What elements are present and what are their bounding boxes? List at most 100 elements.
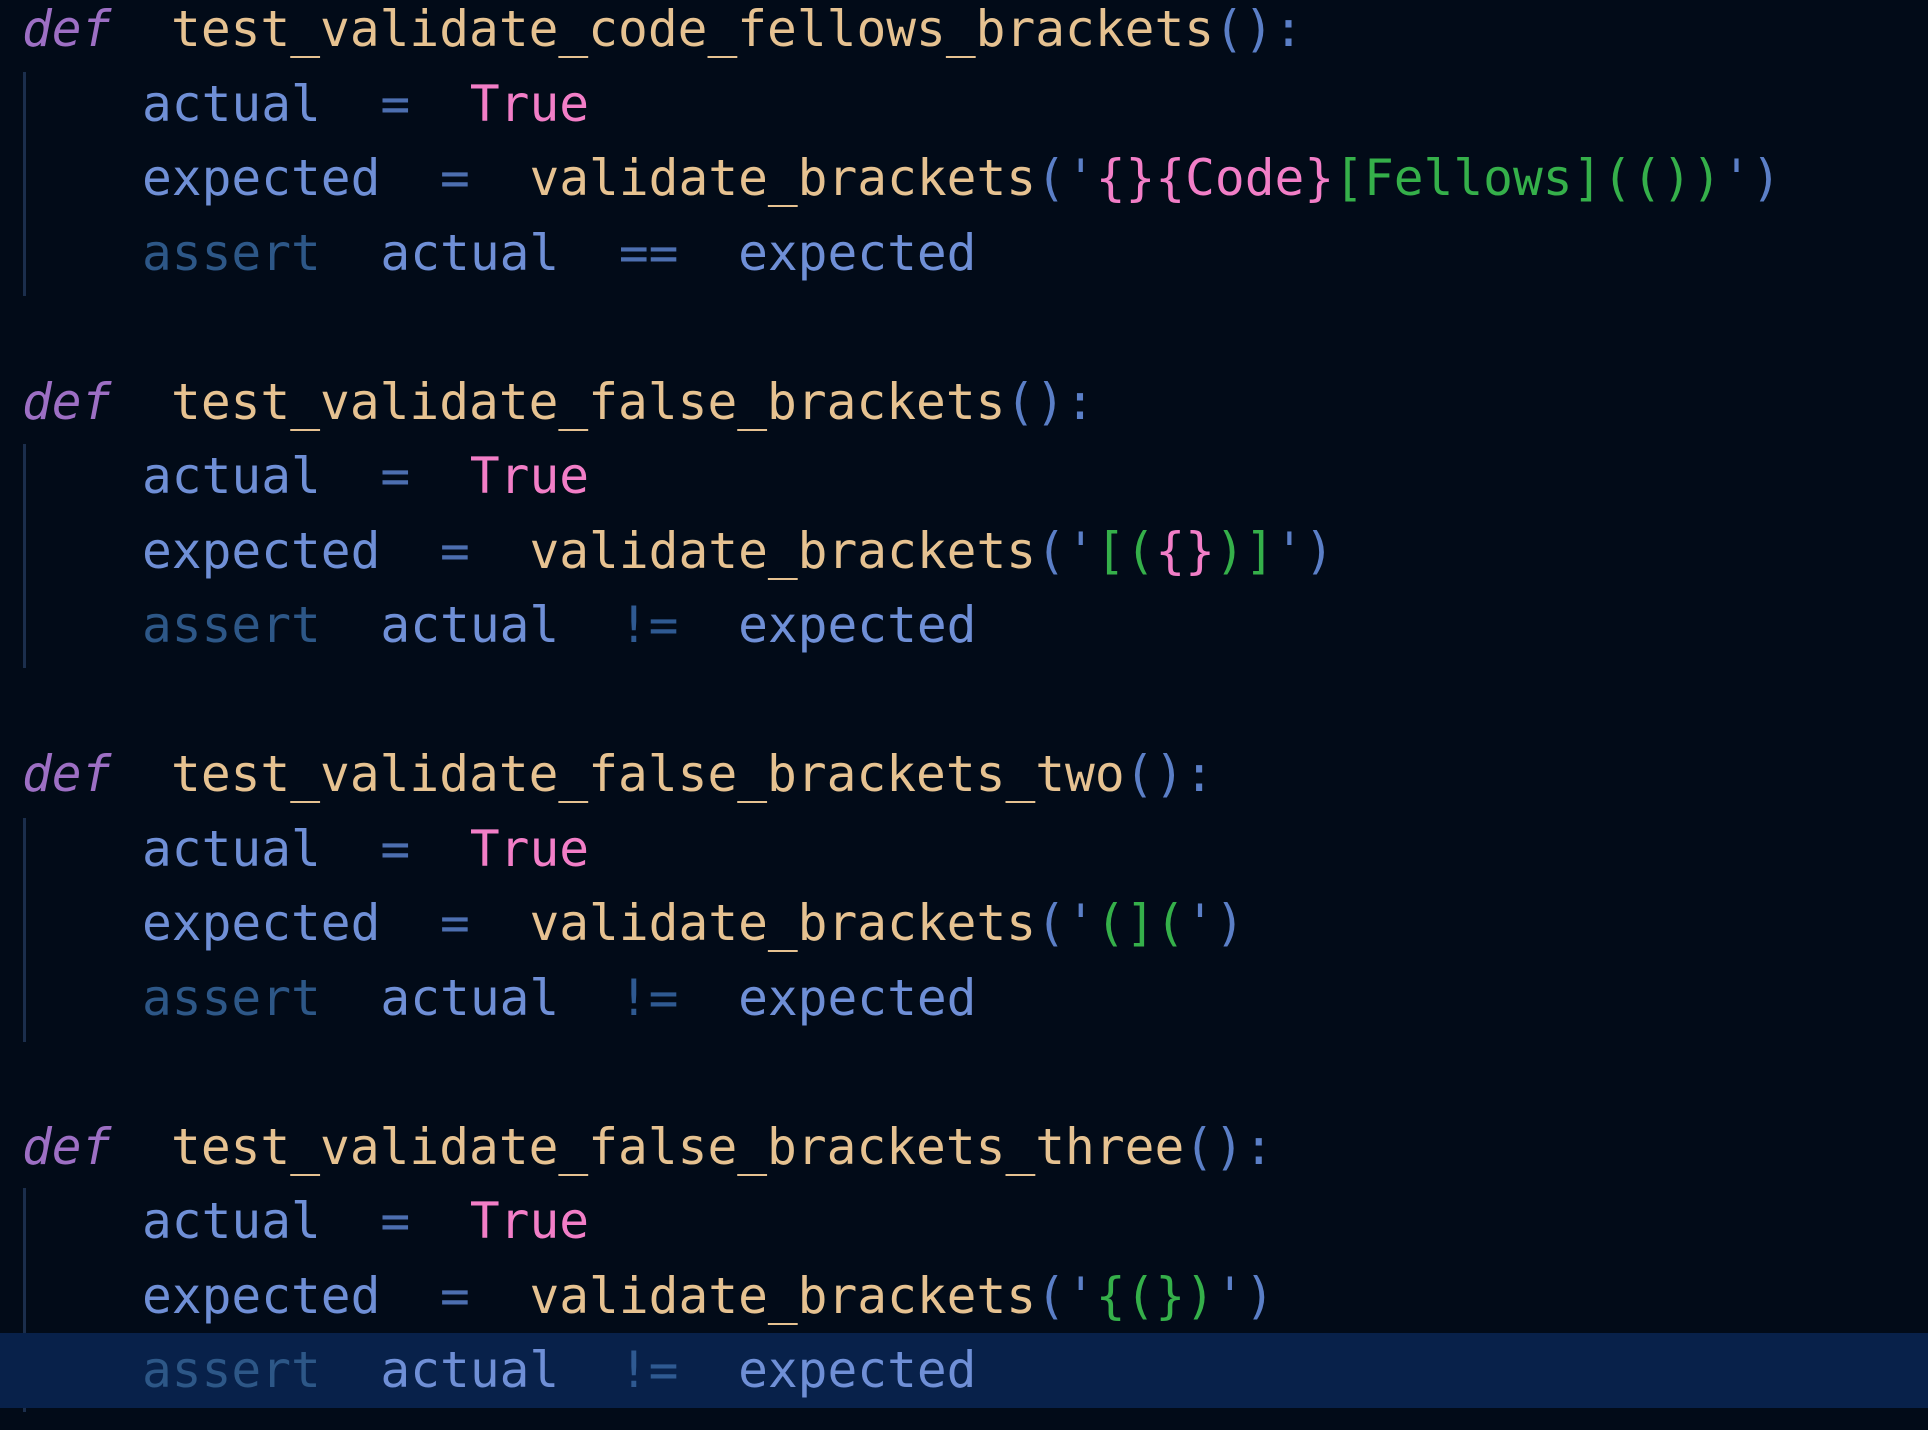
code-token: expected xyxy=(142,1266,381,1325)
code-token: assert xyxy=(142,1341,321,1399)
code-token: expected xyxy=(142,894,381,952)
code-token: test_validate_code_fellows_brackets xyxy=(171,0,1215,58)
code-token: ' xyxy=(1065,894,1096,952)
code-token: ) xyxy=(1214,894,1245,952)
code-line[interactable]: assert actual == expected xyxy=(0,216,1928,291)
code-token: actual xyxy=(142,447,321,505)
code-token: [( xyxy=(1095,521,1156,580)
code-token: != xyxy=(618,1341,679,1399)
code-token: (): xyxy=(1184,1117,1274,1176)
code-token: = xyxy=(380,447,411,505)
code-line-current[interactable]: assert actual != expected xyxy=(0,1333,1928,1408)
code-token: expected xyxy=(738,968,977,1027)
code-token: True xyxy=(469,1192,590,1250)
code-line[interactable]: expected = validate_brackets('{(})') xyxy=(0,1259,1928,1334)
code-token: ) xyxy=(1244,1266,1275,1325)
code-token: True xyxy=(469,74,590,133)
code-token: True xyxy=(469,447,590,505)
code-token: (]( xyxy=(1095,894,1186,952)
code-token: = xyxy=(440,1266,470,1325)
code-token: ( xyxy=(1036,149,1066,207)
code-token: ' xyxy=(1185,894,1215,952)
code-token: = xyxy=(380,1192,411,1250)
code-token: validate_brackets xyxy=(529,894,1037,952)
code-token: {}{Code} xyxy=(1095,149,1335,207)
code-line[interactable] xyxy=(0,290,1928,365)
code-token: {} xyxy=(1155,521,1215,580)
code-line[interactable]: actual = True xyxy=(0,67,1928,142)
code-line[interactable]: expected = validate_brackets('{}{Code}[F… xyxy=(0,141,1928,216)
code-line[interactable]: def test_validate_false_brackets_two(): xyxy=(0,737,1928,812)
code-line[interactable]: def test_validate_code_fellows_brackets(… xyxy=(0,0,1928,67)
code-token: expected xyxy=(142,149,381,207)
code-line[interactable]: assert actual != expected xyxy=(0,961,1928,1036)
code-token: = xyxy=(440,894,470,952)
code-token: assert xyxy=(142,596,321,654)
code-token: = xyxy=(440,149,470,207)
code-token: expected xyxy=(738,596,977,654)
code-token: def xyxy=(22,745,112,803)
code-token: actual xyxy=(380,223,560,282)
code-line[interactable]: expected = validate_brackets('(](') xyxy=(0,886,1928,961)
code-token: assert xyxy=(142,223,321,282)
code-line[interactable]: def test_validate_false_brackets(): xyxy=(0,365,1928,440)
code-line[interactable]: actual = True xyxy=(0,812,1928,887)
code-token: != xyxy=(618,968,679,1027)
code-token: != xyxy=(618,596,679,654)
code-token: ( xyxy=(1036,521,1066,580)
code-editor[interactable]: def test_validate_code_fellows_brackets(… xyxy=(0,0,1928,1430)
code-token: expected xyxy=(738,223,977,282)
code-token: def xyxy=(22,0,112,58)
code-token: def xyxy=(22,1117,112,1176)
code-token: = xyxy=(380,74,411,133)
code-line[interactable]: assert actual != expected xyxy=(0,588,1928,663)
code-token: )] xyxy=(1214,521,1275,580)
code-line[interactable] xyxy=(0,1035,1928,1110)
code-line[interactable]: actual = True xyxy=(0,1184,1928,1259)
code-token: actual xyxy=(380,1341,560,1399)
code-line[interactable]: actual = True xyxy=(0,439,1928,514)
code-token: True xyxy=(469,819,590,878)
code-token: (): xyxy=(1214,0,1304,58)
code-token: actual xyxy=(142,1192,321,1250)
code-token: ' xyxy=(1065,521,1096,580)
code-token: validate_brackets xyxy=(529,521,1037,580)
code-token: assert xyxy=(142,968,321,1027)
code-line[interactable] xyxy=(0,663,1928,738)
code-token: expected xyxy=(738,1341,977,1399)
code-token: actual xyxy=(142,74,321,133)
code-line[interactable]: expected = validate_brackets('[({})]') xyxy=(0,514,1928,589)
code-token: ' xyxy=(1065,149,1096,207)
code-token: ) xyxy=(1304,521,1335,580)
code-token: = xyxy=(440,521,470,580)
code-token: (): xyxy=(1005,372,1095,431)
code-token: ' xyxy=(1274,521,1305,580)
code-token: test_validate_false_brackets_two xyxy=(171,745,1125,803)
code-token: ) xyxy=(1751,149,1782,207)
code-token: def xyxy=(22,372,112,431)
code-token: test_validate_false_brackets xyxy=(171,372,1006,431)
code-line[interactable]: def test_validate_false_brackets_three()… xyxy=(0,1110,1928,1185)
code-token: validate_brackets xyxy=(529,149,1037,207)
